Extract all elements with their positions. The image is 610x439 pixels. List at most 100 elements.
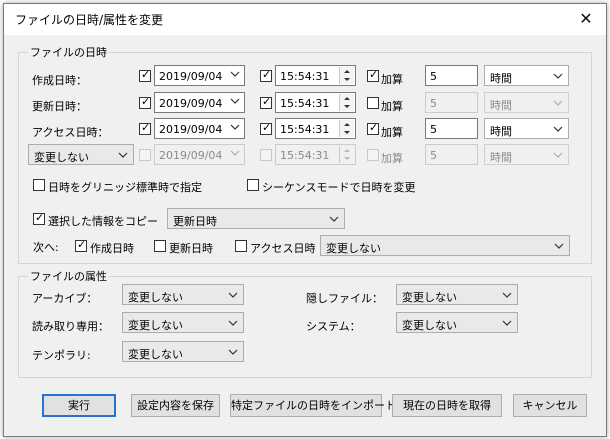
created-unit-value: 時間 (490, 72, 512, 85)
chevron-down-icon (553, 126, 563, 132)
chevron-down-icon (118, 152, 128, 158)
spin-arrows-icon (339, 146, 354, 163)
accessed-time-spinner[interactable]: 15:54:31 (275, 118, 356, 139)
extra-time-value: 15:54:31 (280, 149, 330, 162)
accessed-unit-dropdown[interactable]: 時間 (484, 118, 569, 139)
extra-date-picker: 2019/09/04 (154, 144, 245, 165)
extra-time-spinner: 15:54:31 (275, 144, 356, 165)
created-add-label: 加算 (381, 73, 403, 86)
modified-date-picker[interactable]: 2019/09/04 (154, 92, 245, 113)
extra-amount-value: 5 (430, 149, 437, 162)
chevron-down-icon (553, 73, 563, 79)
accessed-amount-input[interactable]: 5 (425, 118, 478, 139)
modified-time-value: 15:54:31 (280, 97, 330, 110)
greenwich-label: 日時をグリニッジ標準時で指定 (48, 181, 202, 194)
next-accessed-checkbox[interactable] (235, 240, 247, 252)
title-bar: ファイルの日時/属性を変更 ✕ (4, 4, 606, 35)
created-amount-input[interactable]: 5 (425, 65, 478, 86)
target-select-dropdown[interactable]: 変更しない (28, 144, 134, 165)
accessed-time-checkbox[interactable]: ✓ (260, 121, 272, 135)
accessed-unit-value: 時間 (490, 125, 512, 138)
copy-checkbox[interactable]: ✓ (33, 211, 45, 225)
sequence-checkbox[interactable] (247, 179, 259, 191)
next-action-value: 変更しない (326, 242, 381, 255)
run-button[interactable]: 実行 (42, 394, 116, 417)
extra-add-checkbox (367, 149, 379, 161)
next-modified-checkbox[interactable] (154, 240, 166, 252)
next-accessed-label: アクセス日時 (250, 242, 316, 255)
accessed-time-value: 15:54:31 (280, 123, 330, 136)
check-mark-icon: ✓ (141, 121, 151, 134)
window-title: ファイルの日時/属性を変更 (15, 13, 164, 27)
created-time-checkbox[interactable]: ✓ (260, 68, 272, 82)
check-mark-icon: ✓ (262, 68, 272, 81)
check-mark-icon: ✓ (141, 95, 151, 108)
check-mark-icon: ✓ (262, 95, 272, 108)
chevron-down-icon (502, 292, 512, 298)
archive-dropdown[interactable]: 変更しない (122, 284, 244, 305)
system-dropdown[interactable]: 変更しない (396, 312, 518, 333)
spin-arrows-icon[interactable] (339, 67, 354, 84)
get-now-button[interactable]: 現在の日時を取得 (392, 394, 502, 417)
created-date-checkbox[interactable]: ✓ (139, 68, 151, 82)
hidden-dropdown[interactable]: 変更しない (396, 284, 518, 305)
spin-arrows-icon[interactable] (339, 94, 354, 111)
created-label: 作成日時： (32, 74, 87, 87)
readonly-dropdown[interactable]: 変更しない (122, 312, 244, 333)
cancel-button[interactable]: キャンセル (513, 394, 587, 417)
datetime-group-title: ファイルの日時 (28, 44, 109, 60)
modified-unit-value: 時間 (490, 99, 512, 112)
hidden-value: 変更しない (402, 291, 457, 304)
readonly-value: 変更しない (128, 319, 183, 332)
temporary-label: テンポラリ: (32, 349, 91, 362)
check-mark-icon: ✓ (369, 121, 379, 134)
created-add-checkbox[interactable]: ✓ (367, 68, 379, 82)
extra-date-checkbox (139, 149, 151, 161)
modified-date-value: 2019/09/04 (159, 97, 223, 110)
archive-label: アーカイブ： (32, 292, 98, 305)
greenwich-checkbox[interactable] (33, 179, 45, 191)
chevron-down-icon (230, 150, 240, 156)
extra-date-value: 2019/09/04 (159, 149, 223, 162)
next-action-dropdown[interactable]: 変更しない (320, 235, 570, 256)
check-mark-icon: ✓ (35, 211, 45, 224)
temporary-dropdown[interactable]: 変更しない (122, 341, 244, 362)
accessed-add-checkbox[interactable]: ✓ (367, 121, 379, 135)
close-icon[interactable]: ✕ (570, 8, 602, 30)
modified-time-checkbox[interactable]: ✓ (260, 95, 272, 109)
chevron-down-icon (553, 152, 563, 158)
check-mark-icon: ✓ (369, 68, 379, 81)
chevron-down-icon (228, 292, 238, 298)
modified-add-checkbox[interactable] (367, 97, 379, 109)
modified-date-checkbox[interactable]: ✓ (139, 95, 151, 109)
copy-source-dropdown[interactable]: 更新日時 (167, 208, 345, 229)
copy-source-value: 更新日時 (173, 215, 217, 228)
created-date-picker[interactable]: 2019/09/04 (154, 65, 245, 86)
chevron-down-icon (502, 320, 512, 326)
created-date-value: 2019/09/04 (159, 70, 223, 83)
chevron-down-icon (230, 71, 240, 77)
extra-time-checkbox (260, 149, 272, 161)
accessed-label: アクセス日時： (32, 126, 109, 139)
next-created-label: 作成日時 (90, 242, 134, 255)
dialog-window: ファイルの日時/属性を変更 ✕ ファイルの日時 作成日時： ✓ 2019/09/… (3, 3, 607, 437)
created-unit-dropdown[interactable]: 時間 (484, 65, 569, 86)
sequence-label: シーケンスモードで日時を変更 (262, 181, 416, 194)
extra-unit-dropdown: 時間 (484, 144, 569, 165)
accessed-date-checkbox[interactable]: ✓ (139, 121, 151, 135)
chevron-down-icon (230, 124, 240, 130)
save-settings-button[interactable]: 設定内容を保存 (131, 394, 220, 417)
next-created-checkbox[interactable]: ✓ (75, 238, 87, 252)
archive-value: 変更しない (128, 291, 183, 304)
accessed-date-picker[interactable]: 2019/09/04 (154, 118, 245, 139)
created-time-spinner[interactable]: 15:54:31 (275, 65, 356, 86)
created-amount-value: 5 (430, 70, 437, 83)
modified-label: 更新日時： (32, 100, 87, 113)
import-datetime-button[interactable]: 特定ファイルの日時をインポート (230, 394, 396, 417)
extra-amount-input: 5 (425, 144, 478, 165)
modified-time-spinner[interactable]: 15:54:31 (275, 92, 356, 113)
check-mark-icon: ✓ (141, 68, 151, 81)
spin-arrows-icon[interactable] (339, 120, 354, 137)
chevron-down-icon (230, 98, 240, 104)
modified-amount-input: 5 (425, 92, 478, 113)
